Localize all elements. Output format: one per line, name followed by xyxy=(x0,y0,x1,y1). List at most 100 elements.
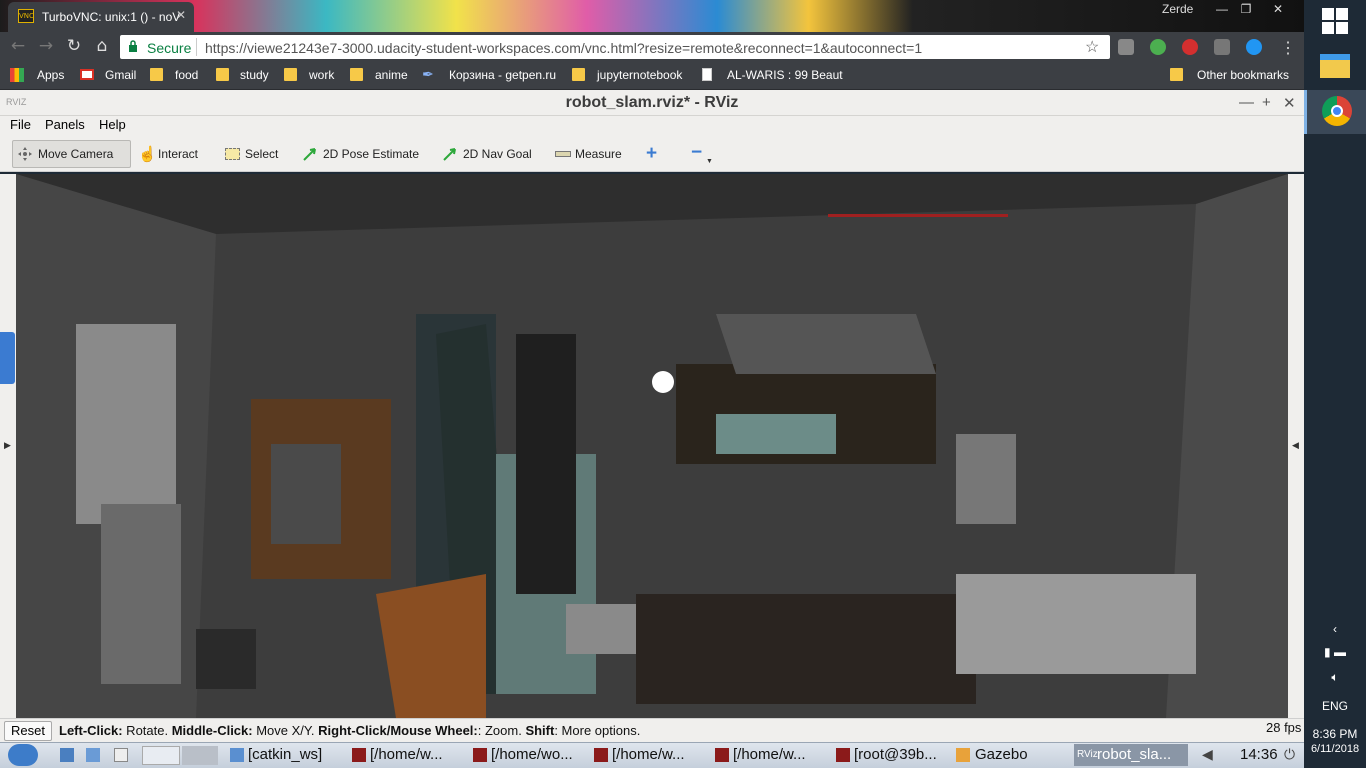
task-terminal-4[interactable]: [/home/w... xyxy=(733,746,806,763)
system-date[interactable]: 6/11/2018 xyxy=(1304,743,1366,755)
show-hidden-icons[interactable]: ‹ xyxy=(1304,622,1366,636)
task-terminal-1[interactable]: [/home/w... xyxy=(370,746,443,763)
bookmark-anime[interactable]: anime xyxy=(375,68,408,82)
folder-icon xyxy=(1170,68,1183,81)
bookmark-apps[interactable]: Apps xyxy=(37,68,64,82)
bookmark-alwaris[interactable]: AL-WARIS : 99 Beaut xyxy=(727,68,843,82)
select-box-icon[interactable] xyxy=(225,148,240,160)
pose-arrow-icon[interactable] xyxy=(303,147,317,161)
rviz-icon: RViz xyxy=(1077,749,1098,760)
folder-icon xyxy=(284,68,297,81)
workspace-2[interactable] xyxy=(182,746,218,765)
forward-icon[interactable]: → xyxy=(34,36,58,56)
bookmark-food[interactable]: food xyxy=(175,68,198,82)
measure-button[interactable]: Measure xyxy=(575,147,622,161)
extension-shield-icon[interactable] xyxy=(1150,39,1166,55)
remove-tool-icon[interactable]: − xyxy=(691,142,702,164)
task-catkin[interactable]: [catkin_ws] xyxy=(248,746,322,763)
task-gazebo[interactable]: Gazebo xyxy=(975,746,1028,763)
bookmark-gmail[interactable]: Gmail xyxy=(105,68,136,82)
interact-button[interactable]: Interact xyxy=(158,147,198,161)
pose-estimate-button[interactable]: 2D Pose Estimate xyxy=(323,147,419,161)
folder-icon xyxy=(230,748,244,762)
workspace-1[interactable] xyxy=(142,746,180,765)
bookmark-star-icon[interactable]: ☆ xyxy=(1085,37,1099,57)
menu-help[interactable]: Help xyxy=(99,117,126,132)
start-menu-icon[interactable] xyxy=(8,744,38,766)
power-icon[interactable]: ⏻ xyxy=(1284,746,1295,763)
url-divider xyxy=(196,38,197,56)
desktop-clock: 14:36 xyxy=(1240,746,1278,763)
expand-right-icon[interactable]: ◀ xyxy=(1292,440,1299,451)
file-explorer-app[interactable] xyxy=(1304,44,1366,88)
select-button[interactable]: Select xyxy=(245,147,278,161)
extension-icon[interactable] xyxy=(1118,39,1134,55)
bookmark-other[interactable]: Other bookmarks xyxy=(1197,68,1289,82)
extension-sync-icon[interactable] xyxy=(1246,39,1262,55)
windows-start-icon[interactable] xyxy=(1322,8,1348,34)
lock-icon xyxy=(129,40,137,52)
nav-goal-arrow-icon[interactable] xyxy=(443,147,457,161)
terminal-icon xyxy=(715,748,729,762)
back-icon[interactable]: ← xyxy=(6,36,30,56)
terminal-icon xyxy=(836,748,850,762)
move-camera-label: Move Camera xyxy=(38,147,114,161)
rviz-maximize-icon[interactable]: + xyxy=(1262,94,1271,111)
terminal-icon xyxy=(473,748,487,762)
language-indicator[interactable]: ENG xyxy=(1304,699,1366,713)
reload-icon[interactable]: ↻ xyxy=(62,36,86,56)
apps-grid-icon xyxy=(10,68,24,82)
secure-label: Secure xyxy=(147,40,192,56)
folder-icon xyxy=(350,68,363,81)
adblock-icon[interactable] xyxy=(1182,39,1198,55)
tool-dropdown-icon[interactable]: ▼ xyxy=(706,158,713,165)
pen-icon: ✒ xyxy=(422,66,434,82)
reset-button[interactable]: Reset xyxy=(4,721,52,741)
task-terminal-3[interactable]: [/home/w... xyxy=(612,746,685,763)
menu-file[interactable]: File xyxy=(10,117,31,132)
interact-hand-icon[interactable]: ☝ xyxy=(138,145,157,163)
rviz-minimize-icon[interactable]: — xyxy=(1239,94,1254,111)
task-terminal-2[interactable]: [/home/wo... xyxy=(491,746,573,763)
chrome-menu-icon[interactable]: ⋮ xyxy=(1280,38,1296,58)
bookmark-work[interactable]: work xyxy=(309,68,334,82)
bookmark-getpen[interactable]: Корзина - getpen.ru xyxy=(449,68,556,82)
home-icon[interactable]: ⌂ xyxy=(90,36,114,56)
gazebo-icon xyxy=(956,748,970,762)
gmail-icon xyxy=(80,69,94,80)
task-rviz-label: robot_sla... xyxy=(1097,746,1172,763)
ruler-icon[interactable] xyxy=(555,151,571,157)
bookmark-jupyter[interactable]: jupyternotebook xyxy=(597,68,682,82)
terminal-icon xyxy=(352,748,366,762)
tab-title: TurboVNC: unix:1 () - noV xyxy=(42,10,181,24)
bookmark-study[interactable]: study xyxy=(240,68,269,82)
folder-icon xyxy=(572,68,585,81)
tab-close-icon[interactable]: ✕ xyxy=(176,8,186,22)
menu-panels[interactable]: Panels xyxy=(45,117,85,132)
move-camera-icon xyxy=(18,147,32,161)
extension-icon[interactable] xyxy=(1214,39,1230,55)
system-time[interactable]: 8:36 PM xyxy=(1304,727,1366,741)
render-viewport[interactable] xyxy=(16,174,1288,718)
task-terminal-root[interactable]: [root@39b... xyxy=(854,746,937,763)
vnc-favicon-icon: VNC xyxy=(18,9,34,23)
nav-goal-button[interactable]: 2D Nav Goal xyxy=(463,147,532,161)
restore-icon[interactable]: ❐ xyxy=(1230,0,1262,20)
battery-network-icon[interactable]: ▮ ▬ xyxy=(1304,645,1366,659)
settings-icon[interactable] xyxy=(86,748,100,762)
status-hint: Left-Click: Rotate. Middle-Click: Move X… xyxy=(59,723,641,738)
left-panel-grip[interactable] xyxy=(0,332,15,384)
chrome-app[interactable] xyxy=(1304,90,1366,134)
close-icon[interactable]: ✕ xyxy=(1262,0,1294,20)
rviz-close-icon[interactable]: ✕ xyxy=(1283,94,1296,112)
url-text[interactable]: https://viewe21243e7-3000.udacity-studen… xyxy=(205,40,922,56)
browser-tab[interactable]: TurboVNC: unix:1 () - noV xyxy=(8,2,194,32)
expand-left-icon[interactable]: ▶ xyxy=(4,440,11,451)
add-tool-icon[interactable]: + xyxy=(646,143,657,165)
speaker-icon[interactable]: 🔈︎ xyxy=(1304,670,1366,685)
volume-icon[interactable]: ◀ xyxy=(1202,746,1213,763)
terminal-launcher-icon[interactable] xyxy=(114,748,128,762)
browser-titlebar xyxy=(0,0,1304,32)
profile-name[interactable]: Zerde xyxy=(1162,2,1193,16)
file-manager-icon[interactable] xyxy=(60,748,74,762)
